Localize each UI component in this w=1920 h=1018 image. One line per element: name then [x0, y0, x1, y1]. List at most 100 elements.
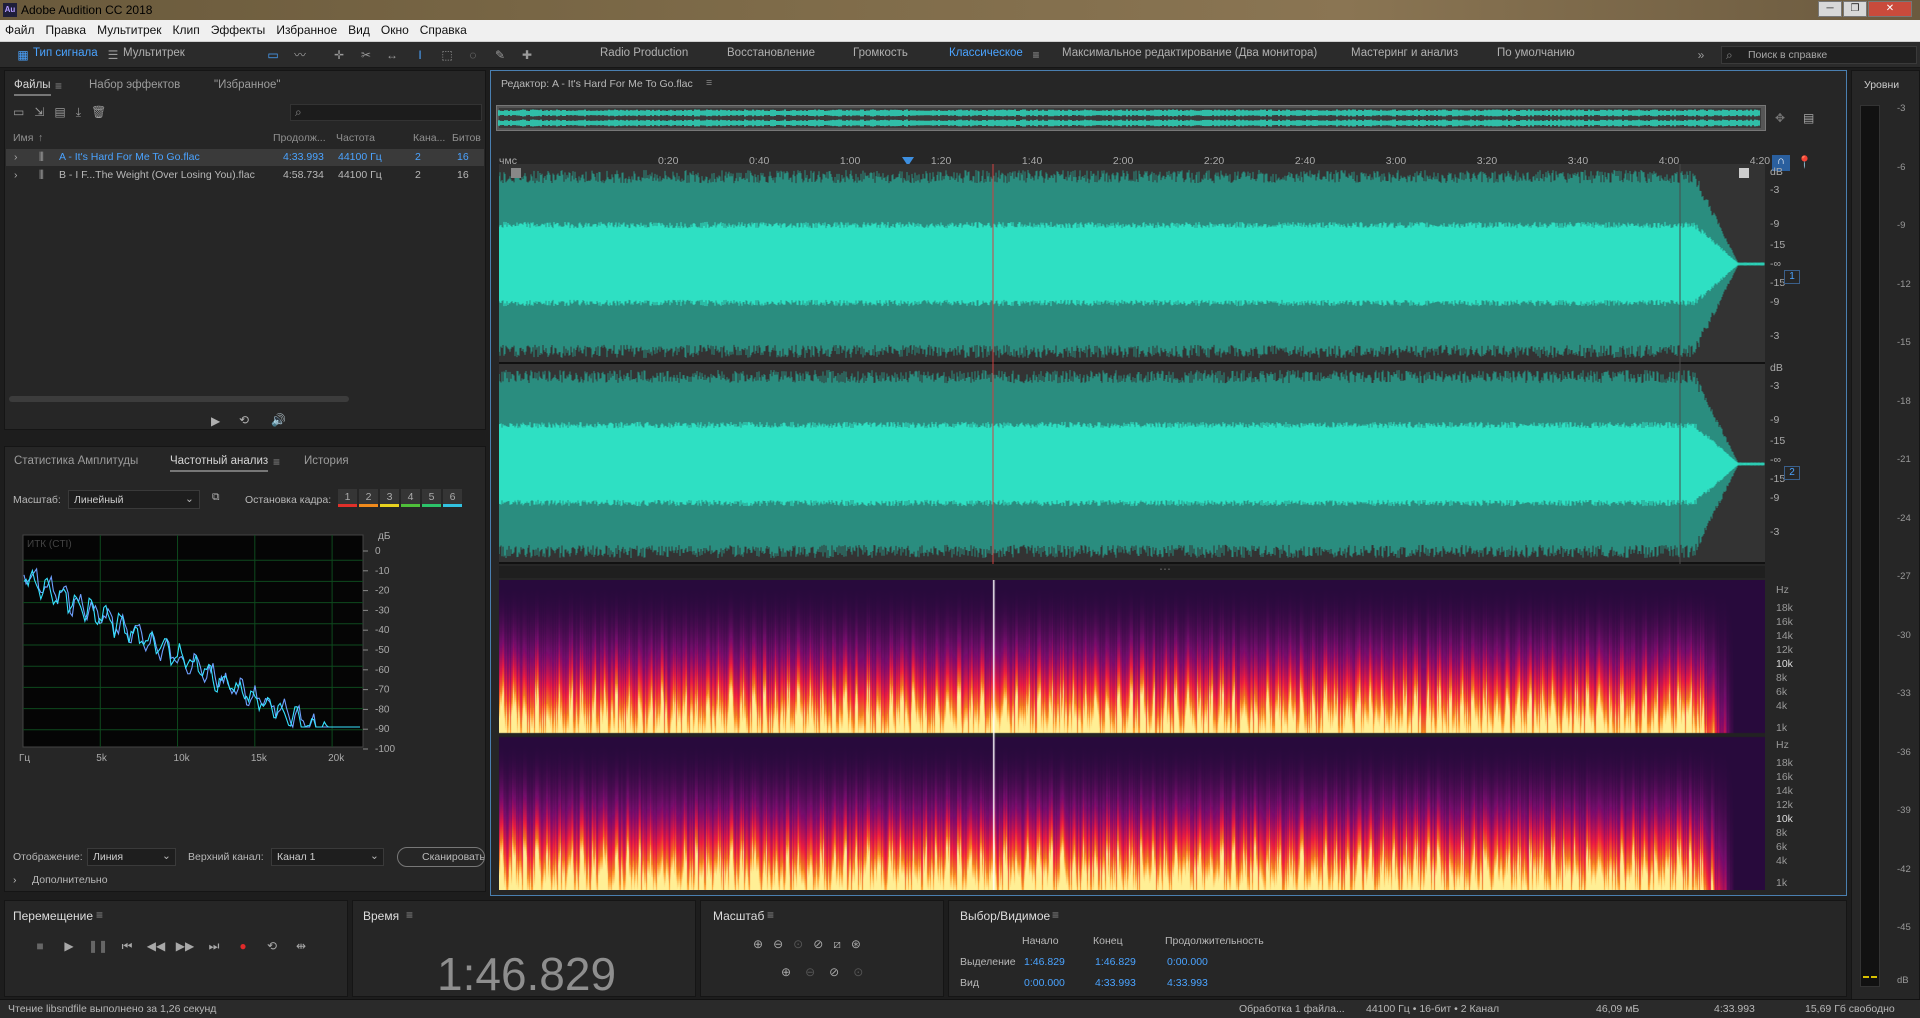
multitrack-icon[interactable]: ☰ [104, 46, 122, 64]
workspace-menu-icon[interactable]: ≡ [1027, 46, 1045, 64]
freeze-frame-icon[interactable]: ⧉ [212, 491, 220, 504]
freeze-button-1[interactable]: 1 [338, 489, 357, 507]
display-select[interactable]: Линия ⌄ [87, 848, 176, 866]
overflow-chevron-icon[interactable]: » [1692, 46, 1710, 64]
pause-icon[interactable]: ❚❚ [87, 935, 109, 957]
waveform-view-icon[interactable]: ▦ [14, 46, 32, 64]
spectral-display-icon[interactable]: 〰 [291, 46, 309, 64]
zoom-out-frequency-icon[interactable]: ⊖ [805, 965, 815, 979]
help-search-box[interactable]: ⌕ Поиск в справке [1721, 46, 1917, 64]
zoom-in-point-icon[interactable]: ⊛ [851, 937, 861, 952]
col-channels[interactable]: Кана... [413, 132, 445, 144]
channel-1-toggle[interactable]: 1 [1784, 270, 1800, 284]
overview-bar[interactable] [496, 105, 1766, 131]
fast-forward-icon[interactable]: ▶▶ [174, 935, 196, 957]
marquee-tool-icon[interactable]: ⬚ [438, 46, 456, 64]
tab-effects-rack[interactable]: Набор эффектов [89, 79, 180, 91]
spot-healing-icon[interactable]: ✚ [518, 46, 536, 64]
multitrack-mode-button[interactable]: Мультитрек [123, 47, 185, 59]
waveform-display[interactable] [499, 164, 1765, 564]
close-button[interactable]: ✕ [1868, 1, 1912, 17]
delete-icon[interactable]: 🗑 [91, 105, 116, 119]
zoom-in-time-icon[interactable]: ⊙ [793, 937, 803, 952]
freeze-button-5[interactable]: 5 [422, 489, 441, 507]
preview-play-icon[interactable]: ▶ [211, 414, 220, 428]
toggle-display-icon[interactable]: ▤ [1803, 111, 1814, 125]
selection-menu-icon[interactable]: ≡ [1052, 908, 1059, 922]
razor-tool-icon[interactable]: ✂ [357, 46, 375, 64]
selection-duration[interactable]: 0:00.000 [1167, 956, 1208, 968]
workspace-radio-production[interactable]: Radio Production [600, 47, 688, 59]
tab-history[interactable]: История [304, 455, 349, 467]
workspace-classic[interactable]: Классическое [949, 47, 1023, 59]
zoom-out-full-icon[interactable]: ⊘ [813, 937, 823, 952]
view-duration[interactable]: 4:33.993 [1167, 977, 1208, 989]
analysis-menu-icon[interactable]: ≡ [273, 455, 280, 469]
brush-tool-icon[interactable]: ✎ [491, 46, 509, 64]
editor-menu-icon[interactable]: ≡ [706, 77, 712, 89]
insert-multitrack-icon[interactable]: ⤓ [76, 105, 91, 119]
files-scrollbar[interactable] [9, 396, 349, 402]
tab-favorites[interactable]: "Избранное" [214, 79, 280, 91]
maximize-button[interactable]: ❐ [1843, 1, 1867, 17]
scan-button[interactable]: Сканировать [397, 847, 485, 867]
tab-amplitude-stats[interactable]: Статистика Амплитуды [14, 455, 138, 467]
channel-2-toggle[interactable]: 2 [1784, 466, 1800, 480]
col-bits[interactable]: Битов [452, 132, 481, 144]
stop-icon[interactable]: ■ [29, 935, 51, 957]
time-display[interactable]: 1:46.829 [437, 947, 616, 1001]
expand-chevron-icon[interactable]: › [14, 169, 18, 181]
zoom-menu-icon[interactable]: ≡ [767, 908, 774, 922]
time-menu-icon[interactable]: ≡ [406, 908, 413, 922]
workspace-restoration[interactable]: Восстановление [727, 47, 815, 59]
view-start[interactable]: 0:00.000 [1024, 977, 1065, 989]
expand-chevron-icon[interactable]: › [13, 874, 17, 886]
zoom-out-amplitude-icon[interactable]: ⊖ [773, 937, 783, 952]
menu-help[interactable]: Справка [415, 20, 473, 37]
expand-chevron-icon[interactable]: › [14, 151, 18, 163]
table-row[interactable]: › ⫼ B - I F...The Weight (Over Losing Yo… [6, 167, 484, 184]
import-icon[interactable]: ⇲ [34, 105, 54, 119]
tab-files[interactable]: Файлы [14, 79, 51, 96]
preview-loop-icon[interactable]: ⟲ [239, 413, 249, 427]
freeze-button-6[interactable]: 6 [443, 489, 462, 507]
col-name[interactable]: Имя [13, 132, 33, 144]
menu-window[interactable]: Окно [376, 20, 415, 37]
more-options[interactable]: Дополнительно [32, 874, 108, 886]
zoom-selection-icon[interactable]: ⧄ [833, 937, 841, 952]
zoom-reset-icon[interactable]: ⊙ [853, 965, 863, 979]
view-end[interactable]: 4:33.993 [1095, 977, 1136, 989]
freeze-button-2[interactable]: 2 [359, 489, 378, 507]
channel-select[interactable]: Канал 1 ⌄ [271, 848, 384, 866]
play-icon[interactable]: ▶ [58, 935, 80, 957]
new-file-icon[interactable]: ▤ [54, 105, 75, 119]
workspace-default[interactable]: По умолчанию [1497, 47, 1575, 59]
files-filter-input[interactable]: ⌕ [290, 104, 482, 121]
menu-favorites[interactable]: Избранное [271, 20, 343, 37]
workspace-max-editing[interactable]: Максимальное редактирование (Два монитор… [1062, 47, 1317, 59]
col-duration[interactable]: Продолж... [273, 132, 326, 144]
zoom-out-full-icon[interactable]: ✥ [1775, 111, 1785, 125]
selection-start[interactable]: 1:46.829 [1024, 956, 1065, 968]
zoom-in-frequency-icon[interactable]: ⊕ [781, 965, 791, 979]
minimize-button[interactable]: ─ [1818, 1, 1842, 17]
menu-clip[interactable]: Клип [168, 20, 206, 37]
display-splitter[interactable]: ⋯ [499, 562, 1765, 578]
table-row[interactable]: › ⫼ A - It's Hard For Me To Go.flac 4:33… [6, 149, 484, 166]
lasso-tool-icon[interactable]: ◌ [464, 46, 482, 64]
freeze-button-3[interactable]: 3 [380, 489, 399, 507]
autoplay-icon[interactable]: 🔊 [271, 413, 286, 427]
scale-select[interactable]: Линейный ⌄ [68, 490, 200, 509]
waveform-display-icon[interactable]: ▭ [264, 46, 282, 64]
time-selection-tool-icon[interactable]: I [411, 46, 429, 64]
skip-selection-icon[interactable]: ⇹ [290, 935, 312, 957]
skip-back-icon[interactable]: ⏮ [116, 935, 138, 957]
zoom-in-amplitude-icon[interactable]: ⊕ [753, 937, 763, 952]
col-rate[interactable]: Частота [336, 132, 375, 144]
workspace-loudness[interactable]: Громкость [853, 47, 908, 59]
tab-frequency-analysis[interactable]: Частотный анализ [170, 455, 268, 472]
menu-effects[interactable]: Эффекты [206, 20, 272, 37]
skip-forward-icon[interactable]: ⏭ [203, 935, 225, 957]
record-icon[interactable]: ● [232, 935, 254, 957]
spectral-display[interactable] [499, 580, 1765, 890]
